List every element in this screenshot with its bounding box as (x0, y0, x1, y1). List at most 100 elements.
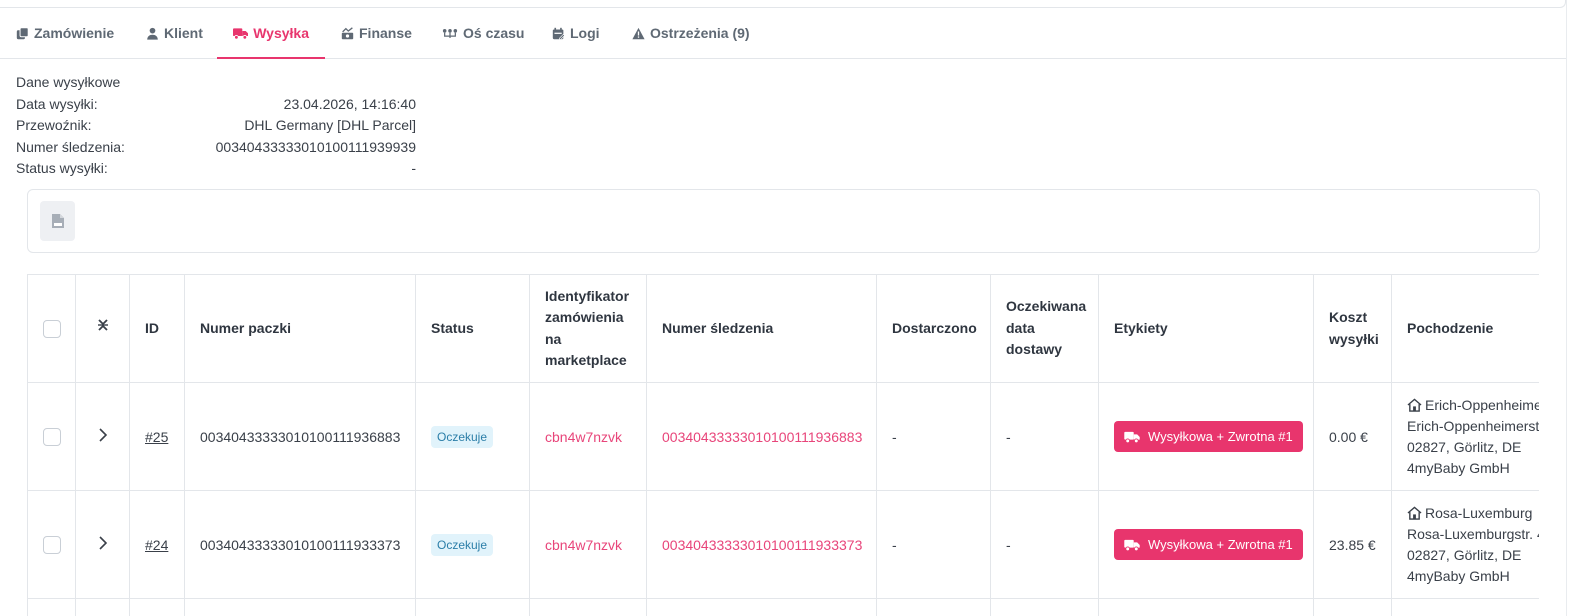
select-all-checkbox[interactable] (42, 320, 61, 339)
empty-cell (184, 598, 416, 616)
parcels-table-container: ID Numer paczki Status Identyfikator zam… (27, 274, 1539, 616)
empty-cell (1313, 598, 1392, 616)
tab-warnings[interactable]: Ostrzeżenia (9) (616, 8, 766, 58)
shipping-status-label: Status wysyłki: (16, 160, 108, 177)
origin-street: Erich-Oppenheimerstr. (1407, 417, 1539, 434)
label-button[interactable]: Wysyłkowa + Zwrotna #1 (1114, 529, 1303, 560)
parcels-table: ID Numer paczki Status Identyfikator zam… (27, 274, 1539, 616)
expected-delivery-value: - (990, 490, 1099, 599)
top-panel-edge (0, 0, 1566, 8)
origin-company: 4myBaby GmbH (1407, 567, 1510, 584)
origin-city: 02827, Görlitz, DE (1407, 546, 1522, 563)
header-line: Identyfikator (545, 287, 630, 304)
parcel-id-link[interactable]: #25 (145, 429, 168, 445)
header-tracking-number: Numer śledzenia (646, 274, 877, 383)
shipping-heading: Dane wysyłkowe (16, 74, 121, 90)
tab-logs[interactable]: Logi (536, 8, 616, 58)
empty-cell (75, 598, 130, 616)
row-checkbox[interactable] (42, 535, 61, 554)
header-line: data (1006, 319, 1035, 336)
row-checkbox[interactable] (42, 427, 61, 446)
expected-delivery-value: - (990, 382, 1099, 491)
header-line: zamówienia (545, 309, 624, 325)
tab-finance[interactable]: Finanse (325, 8, 428, 58)
home-icon (1407, 397, 1422, 412)
delivered-value: - (876, 382, 991, 491)
chevron-right-icon[interactable] (98, 536, 108, 550)
pdf-button[interactable] (40, 201, 75, 241)
header-marketplace-id: Identyfikator zamówienia na marketplace (529, 274, 647, 383)
label-button-text: Wysyłkowa + Zwrotna #1 (1148, 537, 1293, 552)
marketplace-id-link[interactable]: cbn4w7nzvk (545, 429, 622, 445)
truck-icon (233, 27, 249, 40)
header-line: dostawy (1006, 341, 1063, 358)
finance-icon (341, 26, 354, 39)
pdf-file-icon (51, 214, 64, 228)
empty-cell (415, 598, 530, 616)
marketplace-id-link[interactable]: cbn4w7nzvk (545, 537, 622, 553)
origin-company: 4myBaby GmbH (1407, 459, 1510, 476)
shipping-date-label: Data wysyłki: (16, 95, 98, 112)
empty-cell (1098, 598, 1314, 616)
header-status: Status (415, 274, 530, 383)
empty-cell (529, 598, 647, 616)
carrier-label: Przewoźnik: (16, 117, 92, 134)
empty-cell (646, 598, 877, 616)
id-cell: #25 (129, 382, 185, 491)
tab-client[interactable]: Klient (130, 8, 219, 58)
shipping-details: Dane wysyłkowe Data wysyłki: 23.04.2026,… (16, 72, 416, 180)
status-badge: Oczekuje (431, 533, 494, 556)
origin-city: 02827, Görlitz, DE (1407, 438, 1522, 455)
tab-label: Wysyłka (253, 25, 309, 41)
tracking-number-link[interactable]: 00340433333010100111936883 (662, 429, 862, 445)
home-icon (1407, 505, 1422, 520)
marketplace-cell: cbn4w7nzvk (529, 490, 647, 599)
tracking-number-link[interactable]: 00340433333010100111933373 (662, 537, 862, 553)
header-delivered: Dostarczono (876, 274, 991, 383)
labels-cell: Wysyłkowa + Zwrotna #1 (1098, 490, 1314, 599)
table-row: #24 00340433333010100111933373 Oczekuje … (27, 490, 1539, 599)
tab-label: Zamówienie (34, 25, 115, 41)
header-line: wysyłki (1329, 330, 1379, 347)
table-row (27, 598, 1539, 616)
header-line: marketplace (545, 352, 627, 368)
tab-bar: Zamówienie Klient Wysyłka Finanse Oś cza… (0, 8, 1566, 59)
shipping-cost-value: 0.00 € (1313, 382, 1392, 491)
tracking-label: Numer śledzenia: (16, 138, 125, 155)
tab-shipping[interactable]: Wysyłka (217, 8, 325, 59)
label-button[interactable]: Wysyłkowa + Zwrotna #1 (1114, 421, 1303, 452)
shipping-status-value: - (411, 160, 416, 177)
empty-cell (129, 598, 185, 616)
tab-label: Klient (164, 25, 203, 41)
actions-toolbar (27, 189, 1540, 253)
parcel-id-link[interactable]: #24 (145, 537, 168, 553)
copy-icon (16, 26, 29, 39)
origin-street: Rosa-Luxemburgstr. 4 (1407, 525, 1539, 542)
user-icon (147, 27, 158, 40)
chevron-right-icon[interactable] (98, 428, 108, 442)
header-labels: Etykiety (1098, 274, 1314, 383)
parcel-number: 00340433333010100111933373 (184, 490, 416, 599)
tab-timeline[interactable]: Oś czasu (426, 8, 540, 58)
empty-cell (990, 598, 1099, 616)
marketplace-cell: cbn4w7nzvk (529, 382, 647, 491)
header-shipping-cost: Koszt wysyłki (1313, 274, 1392, 383)
labels-cell: Wysyłkowa + Zwrotna #1 (1098, 382, 1314, 491)
delivered-value: - (876, 490, 991, 599)
carrier-value: DHL Germany [DHL Parcel] (244, 117, 416, 134)
empty-cell (876, 598, 991, 616)
tab-order[interactable]: Zamówienie (0, 8, 130, 58)
tab-label: Logi (570, 25, 600, 41)
tab-label: Oś czasu (463, 25, 525, 41)
tab-label: Ostrzeżenia (9) (650, 25, 750, 41)
tracking-cell: 00340433333010100111933373 (646, 490, 877, 599)
truck-icon (1124, 431, 1140, 443)
header-id: ID (129, 274, 185, 383)
status-cell: Oczekuje (415, 382, 530, 491)
parcel-number: 00340433333010100111936883 (184, 382, 416, 491)
expand-collapse-icon[interactable] (97, 317, 109, 333)
header-line: na (545, 330, 562, 347)
header-line: Koszt (1329, 309, 1368, 325)
table-header-row: ID Numer paczki Status Identyfikator zam… (27, 274, 1539, 383)
header-line: Oczekiwana (1006, 298, 1087, 315)
